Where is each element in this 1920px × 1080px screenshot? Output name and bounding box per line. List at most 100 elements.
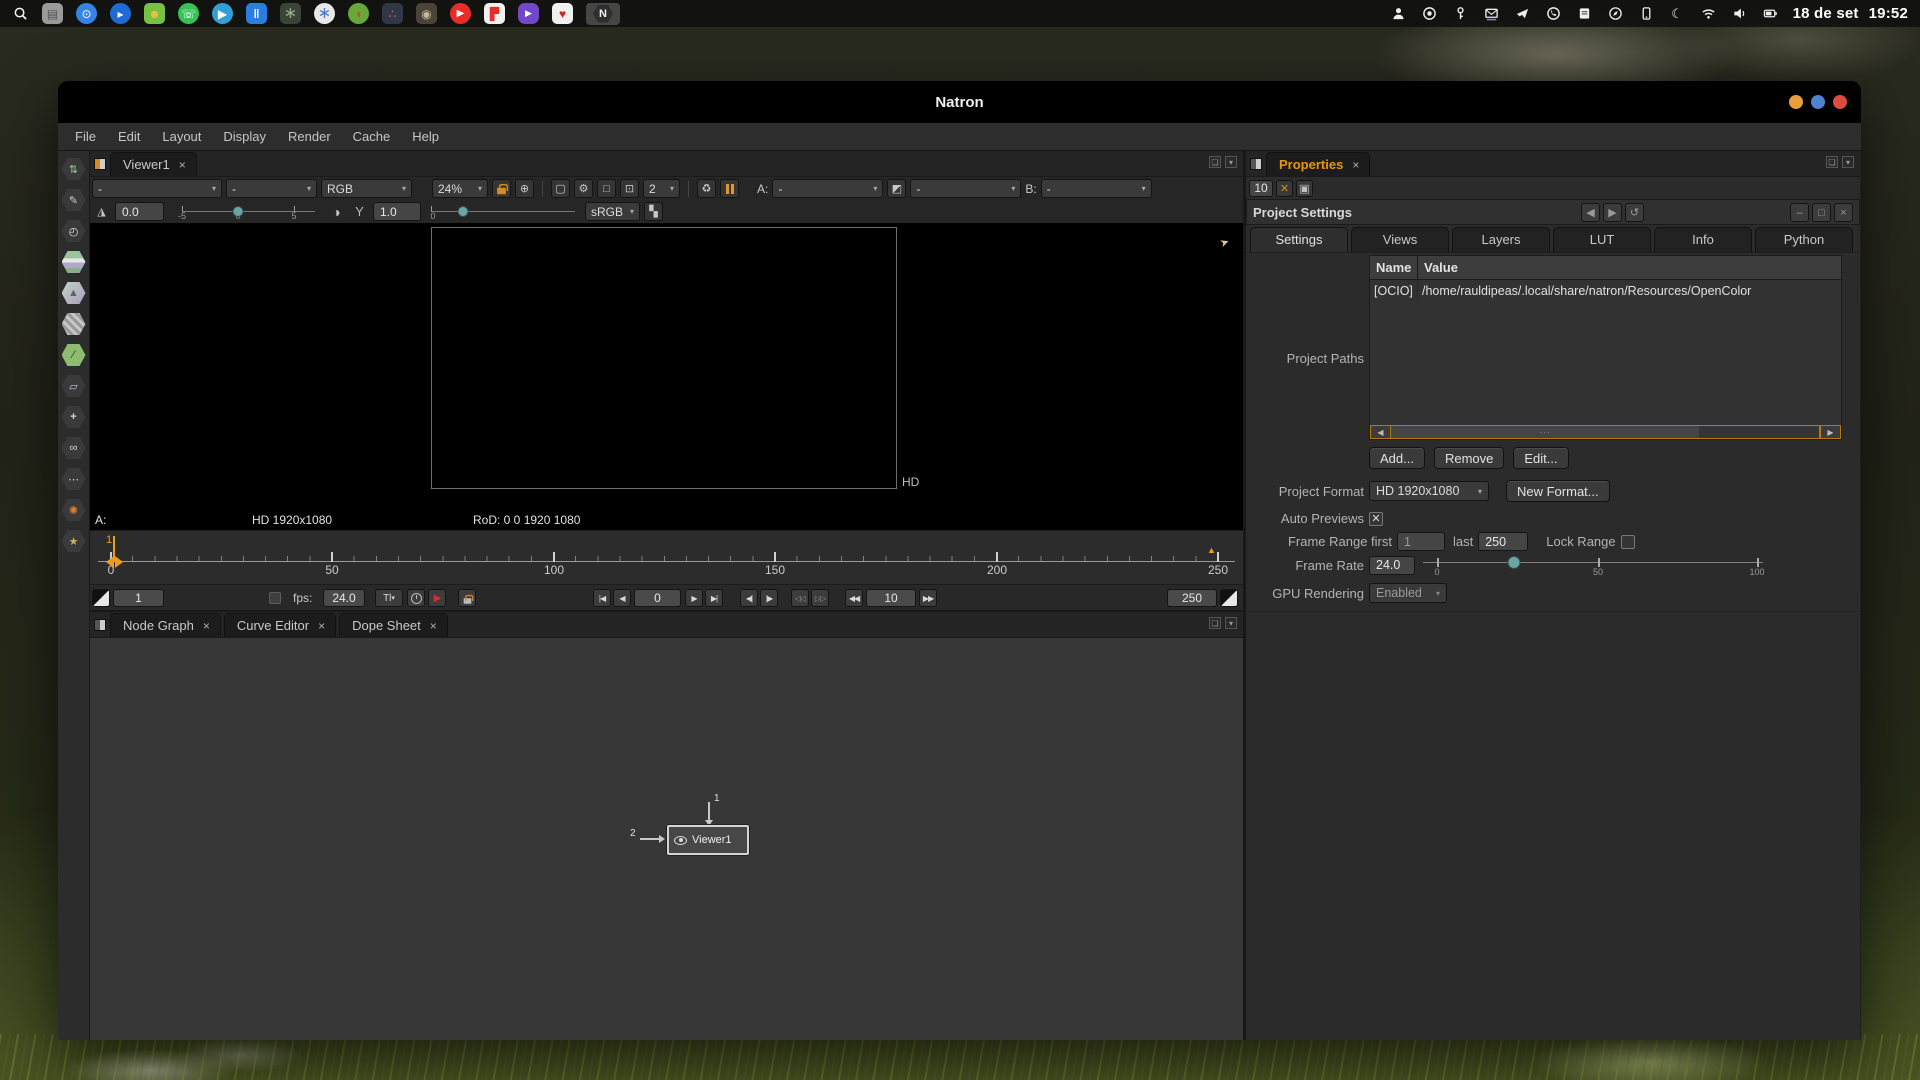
project-paths-table[interactable]: Name Value [OCIO] /home/rauldipeas/.loca… (1369, 255, 1842, 440)
close-tab-icon[interactable]: × (430, 619, 437, 633)
frame-decrement-button[interactable]: ◀◀ (845, 589, 863, 607)
menu-display[interactable]: Display (212, 129, 277, 144)
gain-icon[interactable]: ◮ (92, 202, 111, 221)
battery-status-icon[interactable] (1762, 5, 1779, 22)
whatsapp-icon[interactable]: ☏ (178, 3, 199, 24)
close-tab-icon[interactable]: × (203, 619, 210, 633)
nodegraph-canvas[interactable]: 1 2 Viewer1 (90, 638, 1243, 1040)
camera-status-icon[interactable] (1421, 5, 1438, 22)
input-b-select[interactable]: -▾ (1041, 179, 1152, 198)
gain-slider-handle[interactable] (233, 206, 244, 217)
next-increment-button[interactable]: |▶ (760, 589, 778, 607)
checkerboard-icon[interactable]: ▚ (644, 202, 663, 221)
key-status-icon[interactable] (1452, 5, 1469, 22)
previous-frame-button[interactable]: ◀ (613, 589, 631, 607)
previous-keyframe-button[interactable]: ◁◁ (791, 589, 809, 607)
flipboard-icon[interactable]: ▛ (484, 3, 505, 24)
toolbox-extra-icon[interactable]: ✺ (62, 499, 86, 521)
scroll-right-icon[interactable]: ▶ (1820, 425, 1841, 439)
toolbox-draw-icon[interactable]: ✎ (62, 189, 86, 211)
whatsapp-status-icon[interactable] (1545, 5, 1562, 22)
telegram-status-icon[interactable] (1514, 5, 1531, 22)
menu-edit[interactable]: Edit (107, 129, 151, 144)
thunderbird-icon[interactable]: ▸ (110, 3, 131, 24)
node-input1-arrow[interactable] (708, 802, 710, 821)
zoom-select[interactable]: 24%▾ (432, 179, 488, 198)
viewer1-node[interactable]: Viewer1 (667, 825, 749, 855)
frame-rate-handle[interactable] (1508, 556, 1521, 569)
maximize-window-button[interactable] (1811, 95, 1825, 109)
pane-menu-icon[interactable]: ▾ (1225, 156, 1237, 168)
wipe-operator-select[interactable]: -▾ (910, 179, 1021, 198)
tab-info[interactable]: Info (1654, 227, 1752, 252)
tab-views[interactable]: Views (1351, 227, 1449, 252)
horizontal-scrollbar[interactable]: ◀ ··· ▶ (1370, 425, 1841, 439)
toolbox-channel-icon[interactable] (62, 251, 86, 273)
close-tab-icon[interactable]: × (179, 158, 186, 172)
first-frame-button[interactable]: |◀ (593, 589, 611, 607)
close-tab-icon[interactable]: × (318, 619, 325, 633)
toolbox-views-icon[interactable]: ∞ (62, 437, 86, 459)
frame-rate-slider[interactable]: 0 50 100 (1423, 553, 1783, 577)
gimp-icon[interactable]: ◉ (416, 3, 437, 24)
gamma-slider-handle[interactable] (458, 206, 469, 217)
layer-select[interactable]: -▾ (92, 179, 222, 198)
wipe-mode-icon[interactable]: ◩ (887, 179, 906, 198)
pause-updates-icon[interactable] (720, 179, 739, 198)
tab-curve-editor[interactable]: Curve Editor × (224, 613, 336, 637)
remove-path-button[interactable]: Remove (1434, 447, 1504, 469)
frame-last-field[interactable]: 250 (1478, 532, 1528, 551)
volume-status-icon[interactable] (1731, 5, 1748, 22)
full-frame-icon[interactable]: □ (597, 179, 616, 198)
frame-increment-field[interactable]: 10 (866, 589, 916, 607)
viewer-canvas[interactable]: HD ➤ (90, 223, 1243, 510)
proxy-level-select[interactable]: 2▾ (643, 179, 680, 198)
tab-settings[interactable]: Settings (1250, 227, 1348, 252)
toolbox-image-icon[interactable]: ⇅ (62, 158, 86, 180)
display-channels-select[interactable]: RGB▾ (321, 179, 412, 198)
do-not-disturb-moon-icon[interactable]: ☾ (1669, 5, 1686, 22)
menu-cache[interactable]: Cache (342, 129, 402, 144)
menubar-clock[interactable]: 18 de set 19:52 (1793, 5, 1908, 22)
auto-previews-checkbox[interactable]: ✕ (1369, 512, 1383, 526)
maximize-panel-icon[interactable]: □ (1812, 203, 1831, 222)
gpu-rendering-select[interactable]: Enabled▾ (1369, 583, 1447, 603)
plankton-app-icon[interactable]: ∗ (314, 3, 335, 24)
solitaire-icon[interactable]: ♥ (552, 3, 573, 24)
new-format-button[interactable]: New Format... (1506, 480, 1610, 502)
toolbox-gmic-icon[interactable]: ★ (62, 530, 86, 552)
tab-properties[interactable]: Properties × (1266, 152, 1370, 176)
node-input2-arrow[interactable] (640, 838, 660, 840)
tab-lut[interactable]: LUT (1553, 227, 1651, 252)
fps-field[interactable]: 24.0 (323, 589, 365, 607)
search-icon[interactable] (12, 5, 29, 22)
playback-clock-icon[interactable] (407, 589, 425, 607)
range-end-field[interactable]: 250 (1167, 589, 1217, 607)
add-path-button[interactable]: Add... (1369, 447, 1425, 469)
timeline-behaviour-button[interactable] (92, 589, 110, 607)
project-settings-titlebar[interactable]: Project Settings ◀ ▶ ↺ – □ × (1246, 199, 1860, 225)
natron-dock-icon[interactable]: N (586, 3, 620, 25)
close-window-button[interactable] (1833, 95, 1847, 109)
tab-node-graph[interactable]: Node Graph × (110, 613, 221, 637)
project-format-select[interactable]: HD 1920x1080▾ (1369, 481, 1489, 501)
wifi-status-icon[interactable] (1700, 5, 1717, 22)
archive-manager-icon[interactable]: ▤ (42, 3, 63, 24)
undo-icon[interactable]: ◀ (1581, 203, 1600, 222)
flower-app-icon[interactable]: ∗ (280, 3, 301, 24)
scrollbar-track[interactable]: ··· (1391, 425, 1820, 439)
zoom-lock-icon[interactable] (492, 179, 511, 198)
lock-range-checkbox[interactable] (1621, 535, 1635, 549)
youtube-music-icon[interactable]: ▶ (450, 3, 471, 24)
minimize-window-button[interactable] (1789, 95, 1803, 109)
turbo-mode-icon[interactable]: ▶ (428, 589, 446, 607)
scrollbar-thumb[interactable]: ··· (1391, 426, 1699, 438)
menu-help[interactable]: Help (401, 129, 450, 144)
compass-status-icon[interactable] (1607, 5, 1624, 22)
playback-lock-icon[interactable] (458, 589, 476, 607)
alpha-channel-select[interactable]: -▾ (226, 179, 317, 198)
frame-advance-button[interactable]: ▶▶ (919, 589, 937, 607)
timeline[interactable]: 1 250 ▲ 0 50 100 150 200 250 (90, 530, 1243, 584)
browser-icon[interactable]: ⊙ (76, 3, 97, 24)
color-app-icon[interactable]: ∴ (382, 3, 403, 24)
